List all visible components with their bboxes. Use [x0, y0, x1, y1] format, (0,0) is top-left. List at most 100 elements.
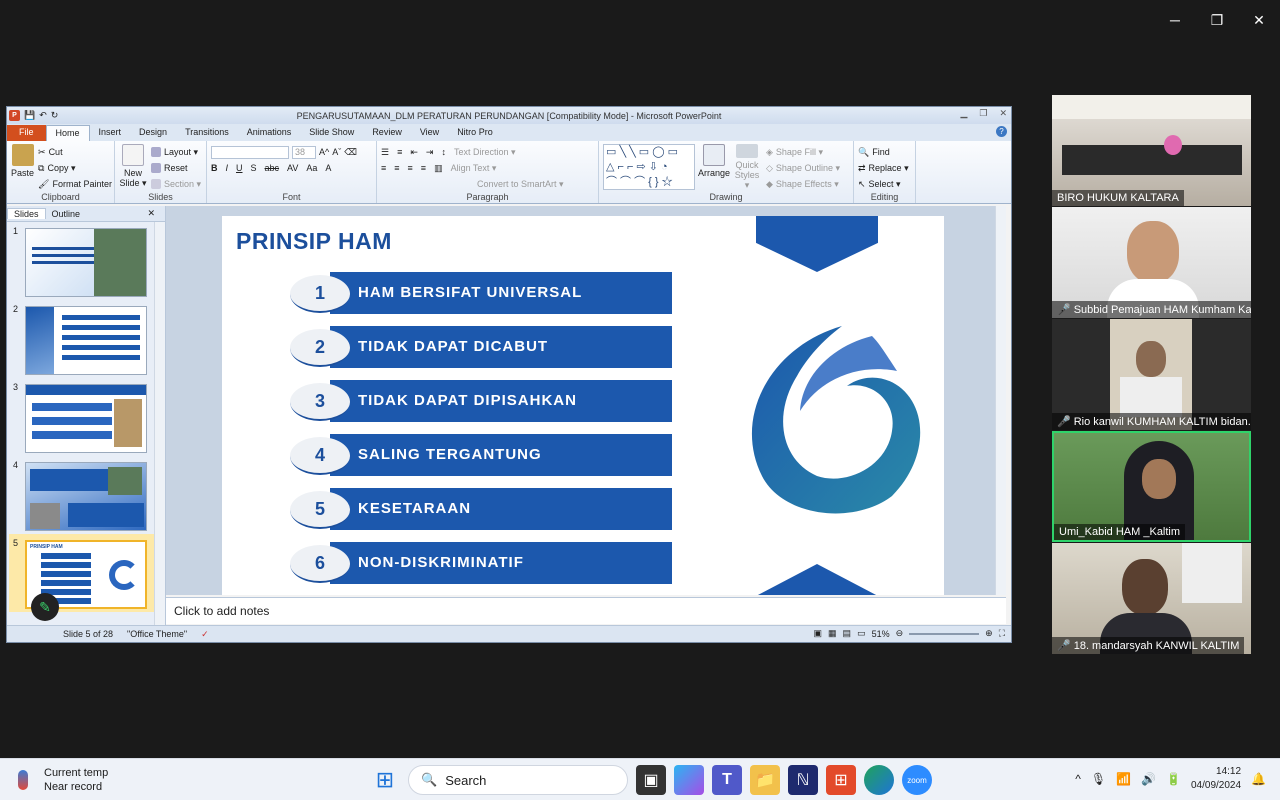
underline-icon[interactable]: U [236, 163, 243, 173]
volume-icon[interactable]: 🔊 [1141, 772, 1156, 786]
copy-button[interactable]: ⧉ Copy ▾ [38, 160, 112, 176]
microsoft-store-icon[interactable]: ⊞ [826, 765, 856, 795]
shadow-icon[interactable]: S [251, 163, 257, 173]
zoom-out-icon[interactable]: ⊖ [896, 628, 904, 639]
help-icon[interactable]: ? [996, 126, 1007, 137]
slideshow-icon[interactable]: ▭ [857, 628, 866, 639]
section-button[interactable]: Section ▾ [151, 176, 201, 192]
show-hidden-icons[interactable]: ^ [1075, 772, 1081, 786]
participant-video-3[interactable]: 🎤 Rio kanwil KUMHAM KALTIM bidan... [1052, 319, 1251, 430]
reset-button[interactable]: Reset [151, 160, 201, 176]
tab-review[interactable]: Review [363, 125, 411, 141]
undo-icon[interactable]: ↶ [39, 110, 47, 121]
thumbnail-slide-2[interactable]: 2 [9, 300, 165, 378]
align-text-button[interactable]: Align Text ▾ [451, 163, 497, 174]
participant-video-1[interactable]: BIRO HUKUM KALTARA [1052, 95, 1251, 206]
align-right-icon[interactable]: ≡ [408, 163, 413, 173]
zoom-icon[interactable]: zoom [902, 765, 932, 795]
pane-scrollbar[interactable] [154, 222, 165, 627]
taskbar-search[interactable]: 🔍 Search [408, 765, 628, 795]
microphone-icon[interactable]: 🎙 [1091, 772, 1106, 786]
paste-button[interactable]: Paste [11, 144, 34, 191]
participant-video-5[interactable]: 🎤 18. mandarsyah KANWIL KALTIM [1052, 543, 1251, 654]
new-slide-button[interactable]: New Slide ▾ [119, 144, 147, 191]
thumbnail-slide-3[interactable]: 3 [9, 378, 165, 456]
fit-slide-icon[interactable]: ⛶ [999, 628, 1005, 639]
app-icon-n[interactable]: ℕ [788, 765, 818, 795]
minimize-icon[interactable]: ─ [1154, 0, 1196, 40]
line-spacing-icon[interactable]: ↕ [441, 147, 446, 157]
thumbnail-slide-1[interactable]: 1 [9, 222, 165, 300]
windows-start-icon[interactable]: ⊞ [370, 765, 400, 795]
tab-nitro-pro[interactable]: Nitro Pro [448, 125, 502, 141]
font-size-field[interactable]: 38 [292, 145, 316, 159]
ppt-minimize-icon[interactable]: ▁ [960, 108, 967, 119]
spellcheck-icon[interactable]: ✓ [201, 629, 209, 640]
edge-icon[interactable] [864, 765, 894, 795]
wifi-icon[interactable]: 📶 [1116, 772, 1131, 786]
shapes-gallery[interactable]: ▭ ╲ ╲ ▭ ◯ ▭ △ ⌐ ⌐ ⇨ ⇩ ◔ ⌒ ⌒ ⌒ { } ☆ [603, 144, 695, 190]
columns-icon[interactable]: ▥ [434, 163, 443, 174]
zoom-in-icon[interactable]: ⊕ [985, 628, 993, 639]
file-explorer-icon[interactable]: 📁 [750, 765, 780, 795]
clock[interactable]: 14:12 04/09/2024 [1191, 765, 1241, 793]
bold-icon[interactable]: B [211, 163, 218, 173]
font-name-field[interactable] [211, 145, 289, 159]
tab-insert[interactable]: Insert [90, 125, 131, 141]
ppt-close-icon[interactable]: ✕ [999, 108, 1007, 119]
format-painter-button[interactable]: 🖌 Format Painter [38, 176, 112, 192]
slide-vertical-scrollbar[interactable] [995, 206, 1006, 595]
annotation-pen-icon[interactable]: ✎ [31, 593, 59, 621]
clear-format-icon[interactable]: ⌫ [344, 147, 357, 158]
powerpoint-app-icon[interactable]: P [9, 110, 20, 121]
shrink-font-icon[interactable]: Aˇ [332, 147, 341, 157]
thumbnail-slide-4[interactable]: 4 [9, 456, 165, 534]
slide-sorter-icon[interactable]: ▦ [828, 628, 837, 639]
tab-transitions[interactable]: Transitions [176, 125, 238, 141]
align-left-icon[interactable]: ≡ [381, 163, 386, 173]
pane-tab-slides[interactable]: Slides [7, 208, 46, 219]
font-color-icon[interactable]: A [325, 163, 331, 173]
increase-indent-icon[interactable]: ⇥ [426, 147, 434, 158]
task-view-icon[interactable]: ▣ [636, 765, 666, 795]
tab-file[interactable]: File [7, 125, 46, 141]
current-slide[interactable]: PRINSIP HAM 1 HAM BERSIFAT UNIVERSAL 2 T… [222, 216, 944, 595]
italic-icon[interactable]: I [226, 163, 229, 173]
decrease-indent-icon[interactable]: ⇤ [410, 147, 418, 158]
tab-home[interactable]: Home [45, 125, 90, 141]
cut-button[interactable]: ✂ Cut [38, 144, 112, 160]
char-spacing-icon[interactable]: AV [287, 163, 298, 173]
numbering-icon[interactable]: ≡ [397, 147, 402, 157]
select-button[interactable]: ↖ Select ▾ [858, 176, 911, 192]
restore-icon[interactable]: ❐ [1196, 0, 1238, 40]
align-center-icon[interactable]: ≡ [394, 163, 399, 173]
copilot-icon[interactable] [674, 765, 704, 795]
save-icon[interactable]: 💾 [24, 110, 35, 121]
find-button[interactable]: 🔍 Find [858, 144, 911, 160]
justify-icon[interactable]: ≡ [421, 163, 426, 173]
shape-effects-button[interactable]: ◆ Shape Effects ▾ [766, 176, 840, 192]
replace-button[interactable]: ⇄ Replace ▾ [858, 160, 911, 176]
battery-icon[interactable]: 🔋 [1166, 772, 1181, 786]
quick-styles-button[interactable]: Quick Styles ▾ [733, 144, 761, 191]
text-direction-button[interactable]: Text Direction ▾ [454, 147, 516, 158]
layout-button[interactable]: Layout ▾ [151, 144, 201, 160]
strikethrough-icon[interactable]: abc [265, 163, 280, 173]
zoom-slider[interactable] [909, 632, 980, 635]
tab-design[interactable]: Design [130, 125, 176, 141]
normal-view-icon[interactable]: ▣ [814, 628, 823, 639]
grow-font-icon[interactable]: A^ [319, 147, 329, 157]
participant-video-2[interactable]: 🎤 Subbid Pemajuan HAM Kumham Ka... [1052, 207, 1251, 318]
notes-pane[interactable]: Click to add notes [166, 597, 1006, 624]
pane-tab-outline[interactable]: Outline [46, 209, 87, 219]
close-icon[interactable]: ✕ [1238, 0, 1280, 40]
tab-view[interactable]: View [411, 125, 448, 141]
change-case-icon[interactable]: Aa [306, 163, 317, 173]
bullets-icon[interactable]: ☰ [381, 147, 389, 158]
teams-icon[interactable]: T [712, 765, 742, 795]
ppt-restore-icon[interactable]: ❐ [979, 108, 987, 119]
reading-view-icon[interactable]: ▤ [843, 628, 852, 639]
arrange-button[interactable]: Arrange [698, 144, 730, 191]
notification-bell-icon[interactable]: 🔔 [1251, 772, 1266, 786]
close-pane-icon[interactable]: ✕ [141, 208, 161, 219]
